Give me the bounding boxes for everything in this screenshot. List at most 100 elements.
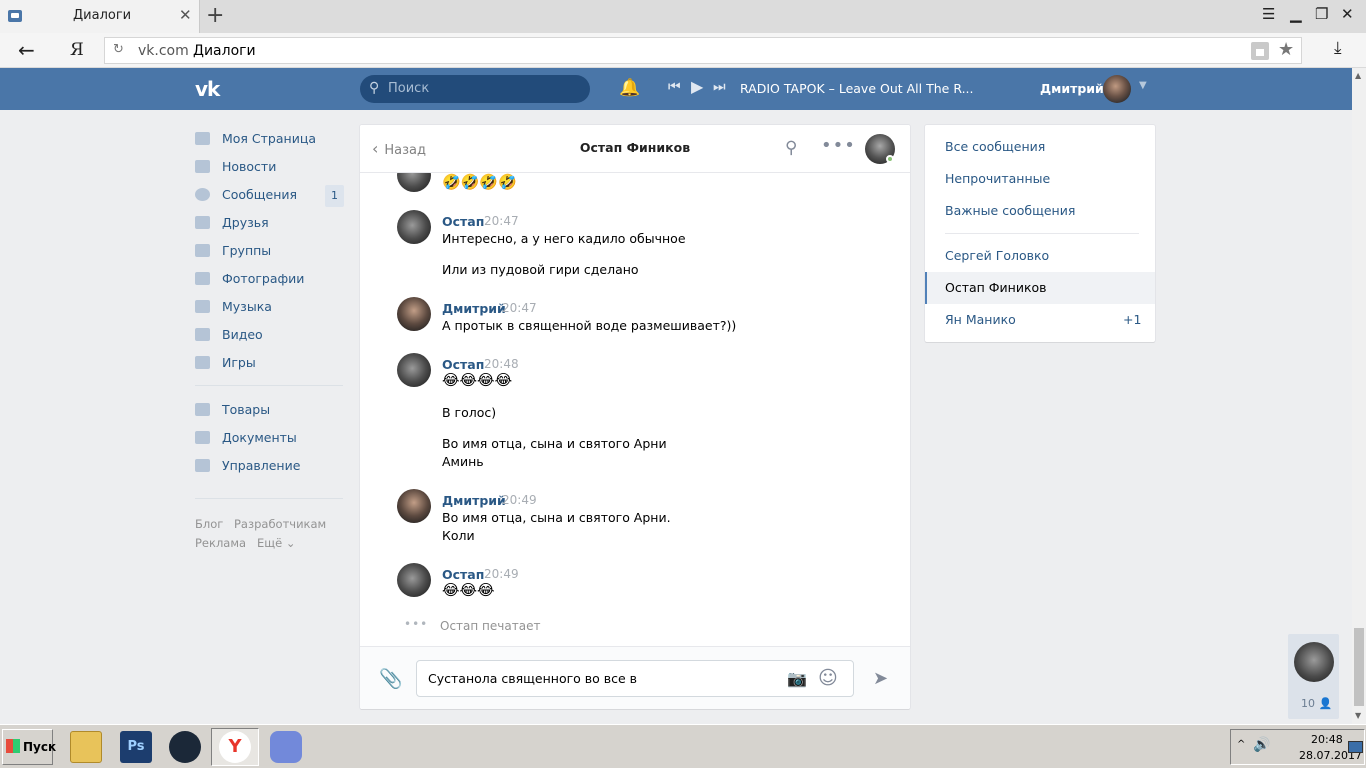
avatar[interactable] <box>397 210 431 244</box>
browser-tab[interactable]: Диалоги ✕ <box>0 0 200 33</box>
yandex-browser-icon[interactable]: Y <box>219 731 251 763</box>
photoshop-icon[interactable]: Ps <box>120 731 152 763</box>
message-input[interactable]: Сустанола священного во все в 📷 ☺ <box>416 660 854 697</box>
minimize-icon[interactable]: ▁ <box>1290 5 1302 23</box>
unread-count-badge: +1 <box>1123 312 1142 327</box>
music-icon <box>195 300 210 313</box>
tab-close-button[interactable]: ✕ <box>179 6 192 24</box>
paperclip-icon[interactable]: 📎 <box>379 667 403 690</box>
monitor-icon[interactable] <box>1348 741 1363 753</box>
menu-icon[interactable]: ☰ <box>1262 5 1275 23</box>
message-text: Или из пудовой гири сделано <box>442 262 639 277</box>
yandex-button[interactable]: Я <box>70 40 84 60</box>
sidebar-item-groups[interactable]: Группы <box>195 237 345 265</box>
footer-link-blog[interactable]: Блог <box>195 517 223 531</box>
avatar[interactable] <box>397 297 431 331</box>
system-tray: ^ 🔊 20:48 28.07.2017 <box>1230 729 1365 765</box>
scroll-up-icon[interactable]: ▲ <box>1355 71 1361 80</box>
vk-logo[interactable]: vk <box>195 77 220 101</box>
prev-track-icon[interactable]: ⏮ <box>668 79 681 95</box>
folder-icon[interactable] <box>70 731 102 763</box>
sidebar-item-video[interactable]: Видео <box>195 321 345 349</box>
steam-icon[interactable] <box>169 731 201 763</box>
start-button[interactable]: Пуск <box>2 729 56 765</box>
sidebar-divider <box>195 498 343 499</box>
bag-icon <box>195 403 210 416</box>
sidebar-item-my-page[interactable]: Моя Страница <box>195 125 345 153</box>
sidebar-item-manage[interactable]: Управление <box>195 452 345 480</box>
url-field[interactable]: ↻ vk.com Диалоги ★ <box>104 37 1302 64</box>
filter-important[interactable]: Важные сообщения <box>945 203 1075 218</box>
floating-chat-widget[interactable]: 10 👤 <box>1288 634 1339 719</box>
footer-link-developers[interactable]: Разработчикам <box>234 517 326 531</box>
online-friends-count: 10 👤 <box>1301 697 1333 710</box>
message-emoji: 🤣🤣🤣🤣 <box>442 173 517 191</box>
bookmark-star-icon[interactable]: ★ <box>1278 39 1294 60</box>
clock-time[interactable]: 20:48 <box>1311 733 1343 746</box>
camera-icon <box>195 272 210 285</box>
dialog-item[interactable]: Ян Манико +1 <box>925 304 1155 336</box>
tray-expand-icon[interactable]: ^ <box>1237 739 1245 750</box>
user-name[interactable]: Дмитрий <box>1040 81 1104 96</box>
sidebar-item-music[interactable]: Музыка <box>195 293 345 321</box>
sidebar-item-documents[interactable]: Документы <box>195 424 345 452</box>
footer-link-ads[interactable]: Реклама <box>195 536 246 550</box>
taskbar: Пуск Ps Y ^ 🔊 20:48 28.07.2017 <box>0 724 1366 768</box>
close-window-icon[interactable]: ✕ <box>1341 5 1354 23</box>
chevron-down-icon[interactable]: ▼ <box>1139 80 1147 91</box>
message-author[interactable]: Остап <box>442 214 484 229</box>
next-track-icon[interactable]: ⏭ <box>713 79 726 95</box>
filter-all-messages[interactable]: Все сообщения <box>945 139 1045 154</box>
sidebar-item-label: Музыка <box>222 299 272 314</box>
dialog-filter-panel: Все сообщения Непрочитанные Важные сообщ… <box>925 125 1155 342</box>
discord-icon[interactable] <box>270 731 302 763</box>
more-icon[interactable]: ••• <box>821 135 856 156</box>
volume-icon[interactable]: 🔊 <box>1253 737 1270 753</box>
emoji-smile-icon[interactable]: ☺ <box>818 667 838 689</box>
download-icon[interactable]: ⤓ <box>1334 38 1342 58</box>
message-text: Во имя отца, сына и святого Арни <box>442 436 667 451</box>
sidebar-item-friends[interactable]: Друзья <box>195 209 345 237</box>
restore-icon[interactable]: ❐ <box>1315 5 1328 23</box>
sidebar-item-games[interactable]: Игры <box>195 349 345 377</box>
sidebar-item-label: Моя Страница <box>222 131 316 146</box>
dialog-item[interactable]: Сергей Головко <box>925 240 1155 272</box>
scroll-down-icon[interactable]: ▼ <box>1355 711 1361 720</box>
new-tab-button[interactable]: + <box>206 3 224 28</box>
avatar[interactable] <box>1103 75 1131 103</box>
search-icon[interactable]: ⚲ <box>785 138 797 158</box>
message-author[interactable]: Дмитрий <box>442 493 506 508</box>
avatar[interactable] <box>1294 642 1334 682</box>
track-title[interactable]: RADIO TAPOK – Leave Out All The R... <box>740 81 973 96</box>
sidebar-item-goods[interactable]: Товары <box>195 396 345 424</box>
footer-link-more[interactable]: Ещё ⌄ <box>257 536 295 550</box>
avatar[interactable] <box>397 489 431 523</box>
search-input[interactable]: ⚲ Поиск <box>360 75 590 103</box>
chat-panel: ‹ Назад Остап Фиников ⚲ ••• 🤣🤣🤣🤣 Остап 20… <box>360 125 910 709</box>
message-author[interactable]: Остап <box>442 357 484 372</box>
message-text: В голос) <box>442 405 497 420</box>
sidebar-item-messages[interactable]: Сообщения 1 <box>195 181 345 209</box>
message-author[interactable]: Остап <box>442 567 484 582</box>
filter-unread[interactable]: Непрочитанные <box>945 171 1050 186</box>
reload-icon[interactable]: ↻ <box>113 42 124 57</box>
camera-icon[interactable]: 📷 <box>787 669 807 688</box>
sidebar-item-news[interactable]: Новости <box>195 153 345 181</box>
dialog-item-active[interactable]: Остап Фиников <box>925 272 1155 304</box>
bell-icon[interactable]: 🔔 <box>619 78 640 98</box>
sidebar-item-photos[interactable]: Фотографии <box>195 265 345 293</box>
page-scrollbar[interactable]: ▲ ▼ <box>1352 68 1366 724</box>
send-icon[interactable]: ➤ <box>873 668 888 689</box>
message-author[interactable]: Дмитрий <box>442 301 506 316</box>
avatar[interactable] <box>397 563 431 597</box>
message-list[interactable]: 🤣🤣🤣🤣 Остап 20:47 Интересно, а у него кад… <box>360 158 910 646</box>
play-icon[interactable]: ▶ <box>691 77 703 96</box>
avatar[interactable] <box>397 353 431 387</box>
message-time: 20:48 <box>484 357 519 371</box>
sidebar-item-label: Сообщения <box>222 187 298 202</box>
lock-icon[interactable] <box>1251 42 1269 60</box>
scroll-thumb[interactable] <box>1354 628 1364 706</box>
back-arrow-icon[interactable]: ← <box>18 38 35 62</box>
browser-tabstrip: Диалоги ✕ + ☰ ▁ ❐ ✕ <box>0 0 1366 33</box>
video-icon <box>195 328 210 341</box>
